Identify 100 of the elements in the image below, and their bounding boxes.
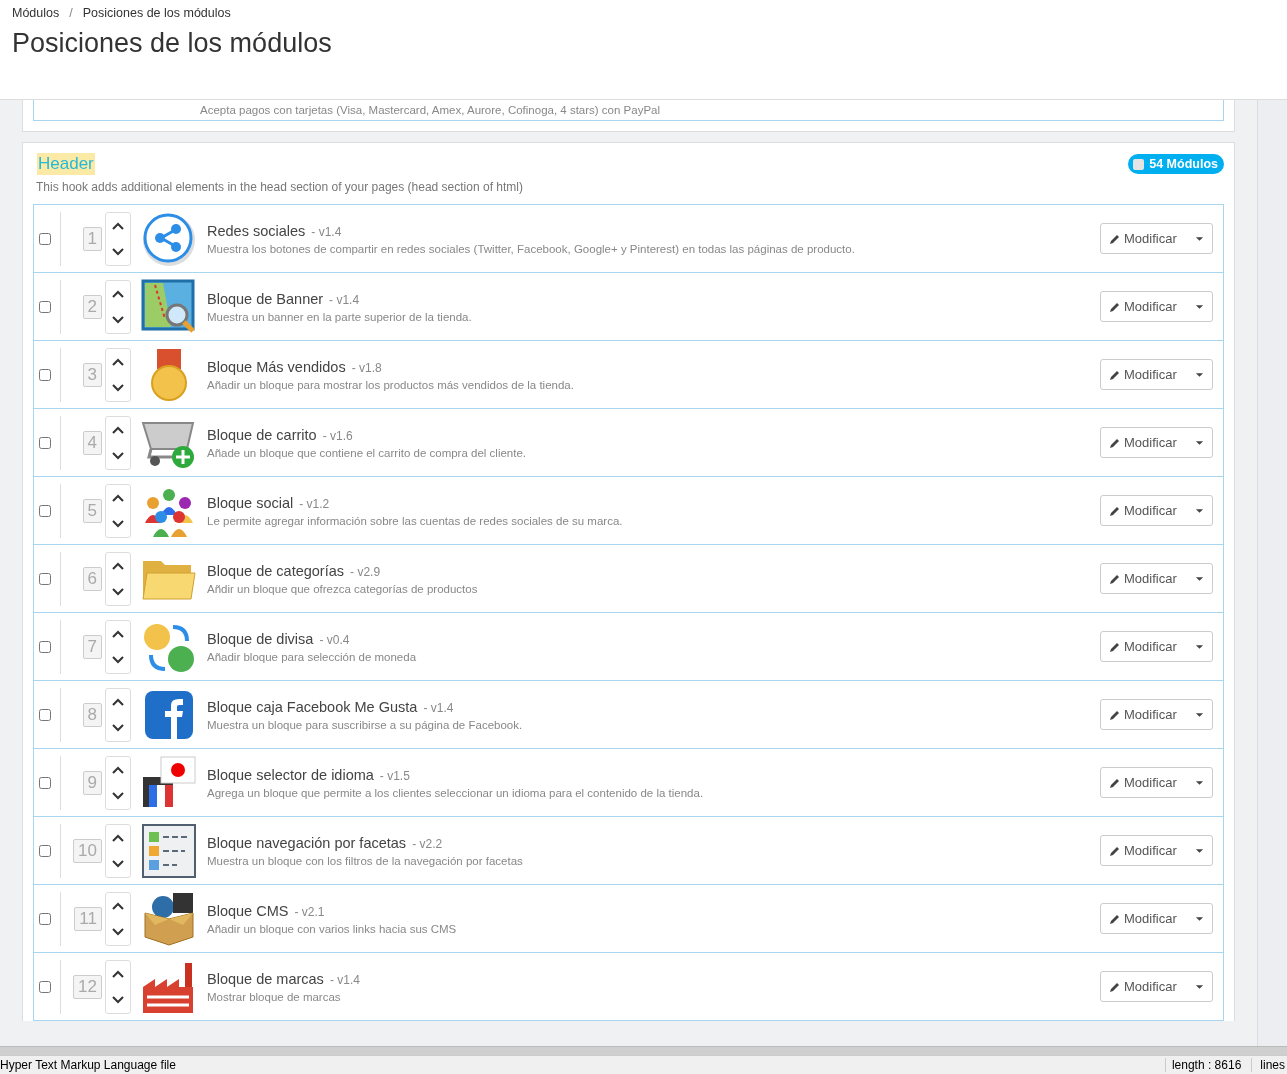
pencil-icon [1109, 844, 1121, 857]
module-name: Redes sociales [207, 222, 306, 239]
caret-icon [1195, 371, 1204, 378]
edit-dropdown-button[interactable]: Modificar [1100, 767, 1213, 798]
checkbox[interactable] [39, 368, 51, 381]
module-name: Bloque CMS [207, 902, 289, 919]
box-icon [141, 890, 197, 947]
module-name: Bloque de carrito [207, 426, 317, 443]
pencil-icon [1109, 708, 1121, 721]
module-name: Bloque Más vendidos [207, 358, 346, 375]
module-version: - v0.4 [319, 632, 350, 647]
checkbox[interactable] [39, 912, 51, 925]
module-description: Añade un bloque que contiene el carrito de compra del cliente. [207, 446, 528, 459]
hook-title: Header [37, 153, 95, 175]
move-up-icon[interactable] [112, 221, 124, 230]
checkbox[interactable] [39, 572, 51, 585]
position-number: 10 [73, 838, 102, 863]
move-down-icon[interactable] [112, 315, 124, 324]
module-name: Bloque de divisa [207, 630, 314, 647]
pencil-icon [1109, 368, 1121, 381]
checkbox[interactable] [39, 436, 51, 449]
checkbox[interactable] [39, 504, 51, 517]
move-up-icon[interactable] [112, 493, 124, 502]
module-description: Muestra un banner en la parte superior de la tienda. [207, 310, 473, 323]
move-down-icon[interactable] [112, 587, 124, 596]
move-down-icon[interactable] [112, 927, 124, 936]
module-version: - v1.4 [329, 292, 360, 307]
move-up-icon[interactable] [112, 357, 124, 366]
move-up-icon[interactable] [112, 289, 124, 298]
move-up-icon[interactable] [112, 901, 124, 910]
module-name: Bloque de Banner [207, 290, 324, 307]
checkbox[interactable] [39, 640, 51, 653]
module-description: Muestra un bloque con los filtros de la navegación por facetas [207, 854, 524, 867]
edit-dropdown-button[interactable]: Modificar [1100, 699, 1213, 730]
move-up-icon[interactable] [112, 697, 124, 706]
position-number: 11 [74, 906, 102, 931]
move-up-icon[interactable] [112, 425, 124, 434]
checkbox[interactable] [39, 232, 51, 245]
checkbox[interactable] [39, 300, 51, 313]
pencil-icon [1109, 572, 1121, 585]
move-down-icon[interactable] [112, 519, 124, 528]
position-number: 12 [73, 974, 102, 999]
move-down-icon[interactable] [112, 383, 124, 392]
module-version: - v1.6 [322, 428, 353, 443]
breadcrumb-link[interactable]: Módulos [12, 6, 60, 20]
module-version: - v1.5 [379, 768, 410, 783]
pencil-icon [1109, 912, 1121, 925]
lines-label: lines [1251, 1058, 1287, 1072]
position-number: 7 [82, 634, 102, 659]
edit-dropdown-button[interactable]: Modificar [1100, 359, 1213, 390]
caret-icon [1195, 439, 1204, 446]
length-label: length : 8616 [1164, 1058, 1252, 1072]
checkbox[interactable] [39, 844, 51, 857]
edit-dropdown-button[interactable]: Modificar [1100, 495, 1213, 526]
caret-icon [1195, 983, 1204, 990]
caret-icon [1195, 303, 1204, 310]
edit-dropdown-button[interactable]: Modificar [1100, 291, 1213, 322]
edit-dropdown-button[interactable]: Modificar [1100, 563, 1213, 594]
move-down-icon[interactable] [112, 655, 124, 664]
edit-dropdown-button[interactable]: Modificar [1100, 631, 1213, 662]
move-up-icon[interactable] [112, 561, 124, 570]
breadcrumb-item: Posiciones de los módulos [82, 6, 231, 20]
edit-dropdown-button[interactable]: Modificar [1100, 903, 1213, 934]
pencil-icon [1109, 640, 1121, 653]
move-up-icon[interactable] [112, 969, 124, 978]
caret-icon [1195, 915, 1204, 922]
caret-icon [1195, 235, 1204, 242]
edit-dropdown-button[interactable]: Modificar [1100, 971, 1213, 1002]
position-number: 3 [82, 362, 102, 387]
module-description: Acepta pagos con tarjetas (Visa, Mastercard, Amex, Aurore, Cofinoga, 4 stars) con PayPal [200, 104, 661, 116]
checkbox[interactable] [39, 708, 51, 721]
module-version: - v2.1 [294, 904, 325, 919]
checkbox[interactable] [39, 980, 51, 993]
position-number: 2 [82, 294, 102, 319]
map-magnifier-icon [141, 278, 197, 335]
move-down-icon[interactable] [112, 451, 124, 460]
position-number: 1 [82, 226, 102, 251]
move-up-icon[interactable] [112, 833, 124, 842]
move-down-icon[interactable] [112, 247, 124, 256]
edit-dropdown-button[interactable]: Modificar [1100, 223, 1213, 254]
module-name: Bloque de marcas [207, 970, 324, 987]
move-down-icon[interactable] [112, 859, 124, 868]
edit-dropdown-button[interactable]: Modificar [1100, 427, 1213, 458]
move-up-icon[interactable] [112, 629, 124, 638]
breadcrumb-separator: / [69, 6, 73, 20]
module-description: Muestra los botones de compartir en redes sociales (Twitter, Facebook, Google+ y Pinterest) en todas las páginas de producto. [207, 242, 856, 255]
move-down-icon[interactable] [112, 723, 124, 732]
horizontal-scrollbar[interactable] [0, 1046, 1287, 1055]
move-down-icon[interactable] [112, 791, 124, 800]
pencil-icon [1109, 776, 1121, 789]
caret-icon [1195, 643, 1204, 650]
caret-icon [1195, 575, 1204, 582]
move-up-icon[interactable] [112, 765, 124, 774]
edit-dropdown-button[interactable]: Modificar [1100, 835, 1213, 866]
module-name: Bloque navegación por facetas [207, 834, 407, 851]
move-down-icon[interactable] [112, 995, 124, 1004]
checkbox[interactable] [39, 776, 51, 789]
module-version: - v1.4 [311, 224, 342, 239]
pencil-icon [1109, 436, 1121, 449]
module-version: - v1.4 [423, 700, 454, 715]
